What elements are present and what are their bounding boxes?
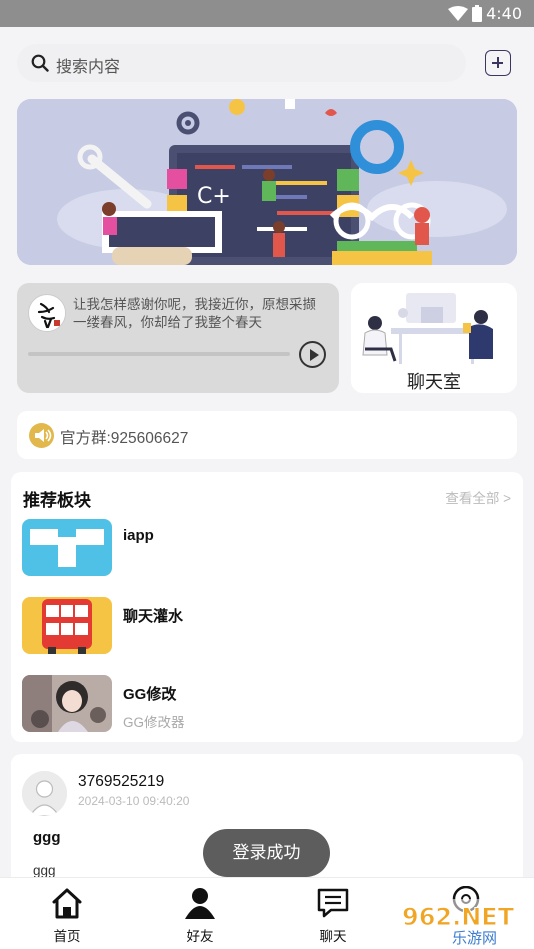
recommend-section: 推荐板块 查看全部 > iapp 聊天灌水 GG修改 GG修改器 <box>11 472 523 742</box>
post-username[interactable]: 3769525219 <box>78 773 164 791</box>
search-placeholder: 搜索内容 <box>56 59 121 76</box>
site-watermark: 962.NET 乐游网 <box>394 895 534 949</box>
status-bar: 4:40 <box>0 0 534 27</box>
board-item-chat[interactable]: 聊天灌水 <box>22 597 512 657</box>
tab-label: 好友 <box>186 929 214 944</box>
music-progress-bar[interactable] <box>28 352 290 356</box>
clock: 4:40 <box>486 4 522 23</box>
chat-room-label: 聊天室 <box>407 372 461 392</box>
iapp-logo-icon <box>22 519 112 576</box>
official-group-notice[interactable]: 官方群:925606627 <box>17 411 517 459</box>
board-name: 聊天灌水 <box>123 608 184 625</box>
watermark-brand: 962.NET <box>402 903 515 931</box>
battery-icon <box>472 5 482 22</box>
toast-message: 登录成功 <box>203 829 330 877</box>
play-button[interactable] <box>299 341 326 368</box>
notice-text: 官方群:925606627 <box>60 430 189 447</box>
view-all-link[interactable]: 查看全部 > <box>445 487 511 507</box>
add-button[interactable] <box>485 50 511 76</box>
svg-text:C+: C+ <box>197 184 231 209</box>
tab-chat[interactable]: 聊天 <box>278 878 388 949</box>
search-icon <box>31 54 49 72</box>
watermark-sub: 乐游网 <box>452 929 497 947</box>
home-icon <box>52 888 82 919</box>
wifi-icon <box>448 6 468 21</box>
board-item-iapp[interactable]: iapp <box>22 519 512 579</box>
board-thumbnail <box>22 675 112 732</box>
tab-friends[interactable]: 好友 <box>145 878 255 949</box>
board-item-gg[interactable]: GG修改 GG修改器 <box>22 675 512 735</box>
post-body: ggg <box>33 863 56 878</box>
post-date: 2024-03-10 09:40:20 <box>78 794 190 808</box>
chat-room-illustration <box>362 293 493 364</box>
lyric-text: 让我怎样感谢你呢，我接近你，原想采撷一缕春风，你却给了我整个春天 <box>73 297 316 330</box>
calligraphy-logo-icon <box>30 296 65 331</box>
chat-icon <box>317 888 349 918</box>
banner-image[interactable]: C+ <box>17 99 517 265</box>
board-description: GG修改器 <box>123 715 185 730</box>
avatar[interactable] <box>22 771 67 816</box>
chat-room-card[interactable]: 聊天室 <box>351 283 517 393</box>
tab-label: 聊天 <box>319 929 347 944</box>
board-thumbnail <box>22 519 112 576</box>
board-thumbnail <box>22 597 112 654</box>
tab-home[interactable]: 首页 <box>12 878 122 949</box>
music-avatar <box>28 294 66 332</box>
bus-icon <box>22 597 112 654</box>
speaker-icon <box>29 423 54 448</box>
tab-label: 首页 <box>53 929 81 944</box>
default-user-icon <box>22 771 67 816</box>
anime-girl-image <box>22 675 112 732</box>
recommend-title: 推荐板块 <box>23 491 91 510</box>
search-bar[interactable]: 搜索内容 <box>17 44 466 82</box>
board-name: iapp <box>123 527 154 544</box>
programming-illustration: C+ <box>17 99 517 265</box>
post-title: ggg <box>33 829 61 846</box>
person-icon <box>185 888 215 919</box>
board-name: GG修改 <box>123 686 177 703</box>
music-card[interactable]: 让我怎样感谢你呢，我接近你，原想采撷一缕春风，你却给了我整个春天 <box>17 283 339 393</box>
